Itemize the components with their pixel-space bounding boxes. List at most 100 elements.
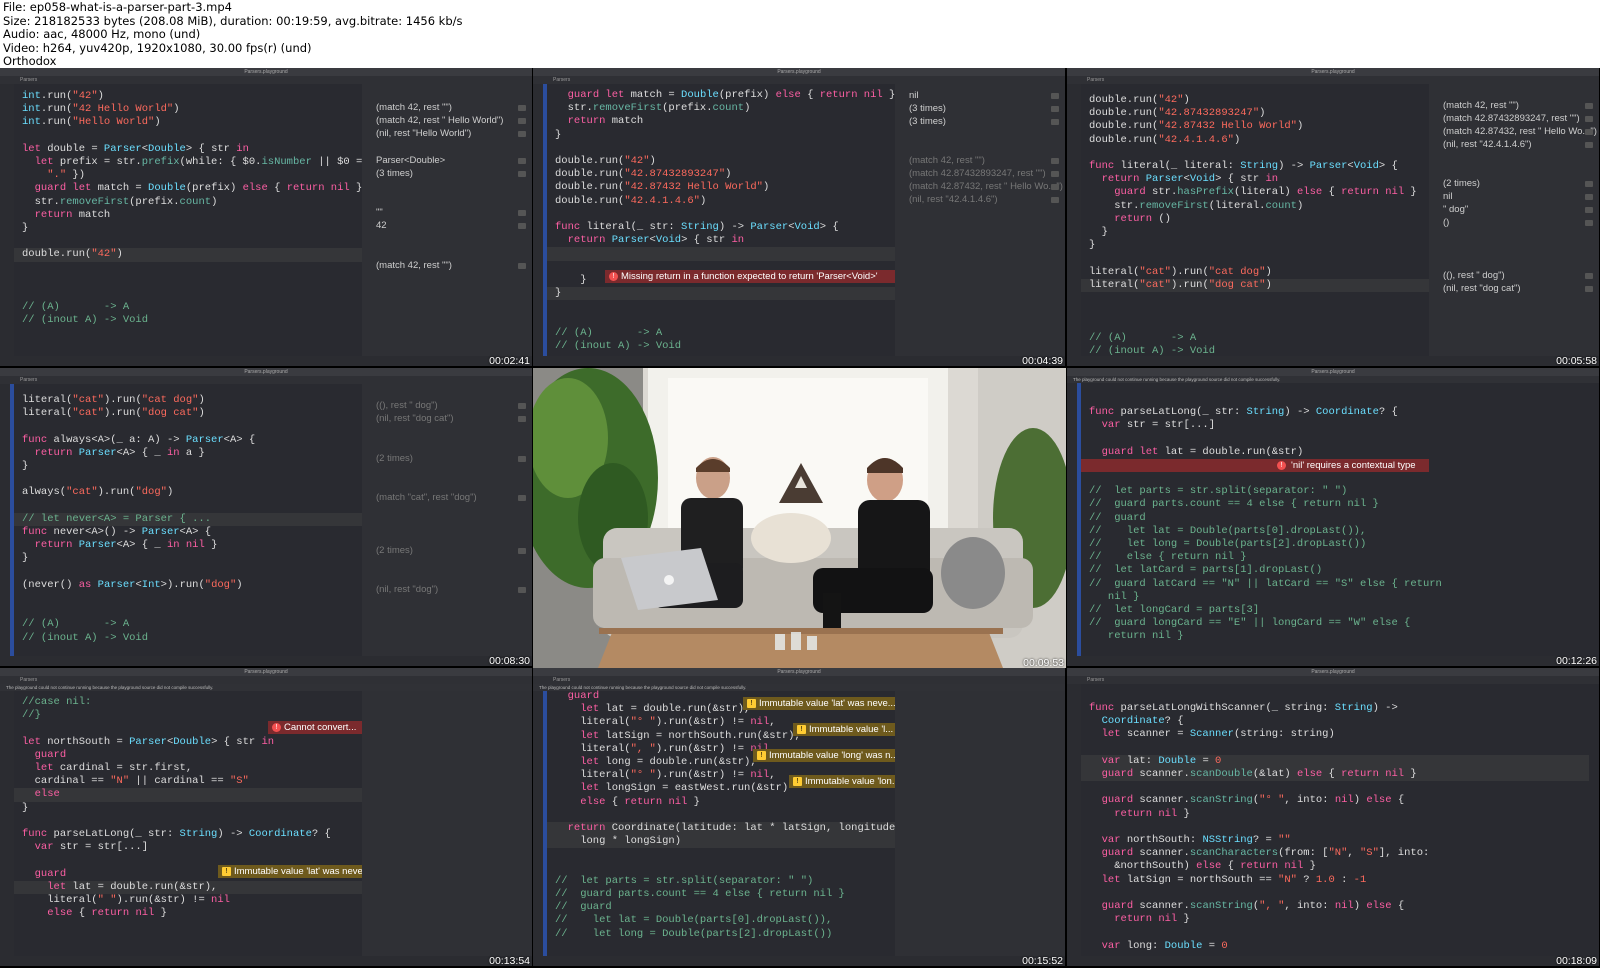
result-value: " dog" xyxy=(1443,204,1469,215)
thumbnail-tile-8[interactable]: Parsers.playground Parsers The playgroun… xyxy=(533,668,1065,966)
result-value: 42 xyxy=(376,220,387,231)
quick-look-icon[interactable] xyxy=(1585,129,1593,135)
result-value: (match 42.87432, rest " Hello Wo...") xyxy=(909,181,1063,192)
warning-message: Immutable value 'lat' was neve... xyxy=(759,698,895,709)
result-value: (match 42, rest "") xyxy=(376,102,452,113)
video-frame-hosts[interactable]: 00:09:53 xyxy=(533,368,1066,668)
status-bar xyxy=(0,356,532,366)
quick-look-icon[interactable] xyxy=(518,210,526,216)
quick-look-icon[interactable] xyxy=(518,105,526,111)
thumbnail-tile-4[interactable]: Parsers.playground Parsers literal("cat"… xyxy=(0,368,532,666)
thumbnail-tile-7[interactable]: Parsers.playground Parsers The playgroun… xyxy=(0,668,532,966)
warning-annotation[interactable]: ! Immutable value 'lat' was neve... xyxy=(743,697,895,710)
warning-annotation[interactable]: ! Immutable value 'long' was n... xyxy=(753,749,895,762)
thumbnail-tile-9[interactable]: Parsers.playground Parsers func parseLat… xyxy=(1067,668,1599,966)
quick-look-icon[interactable] xyxy=(1585,181,1593,187)
quick-look-icon[interactable] xyxy=(1051,197,1059,203)
timestamp: 00:09:53 xyxy=(1023,657,1064,668)
timestamp: 00:04:39 xyxy=(1022,355,1063,366)
result-value: (nil, rest "dog") xyxy=(376,584,439,595)
quick-look-icon[interactable] xyxy=(518,118,526,124)
error-message: Missing return in a function expected to… xyxy=(621,271,878,282)
warning-annotation[interactable]: ! Immutable value 'l... xyxy=(793,723,895,736)
timestamp: 00:02:41 xyxy=(489,355,530,366)
quick-look-icon[interactable] xyxy=(518,495,526,501)
quick-look-icon[interactable] xyxy=(518,171,526,177)
thumbnail-tile-2[interactable]: Parsers.playground Parsers guard let mat… xyxy=(533,68,1065,366)
window-titlebar: Parsers.playground xyxy=(0,68,532,83)
quick-look-icon[interactable] xyxy=(518,158,526,164)
warning-annotation[interactable]: ! Immutable value 'lat' was neve... xyxy=(218,865,362,878)
quick-look-icon[interactable] xyxy=(1585,220,1593,226)
window-title: Parsers.playground xyxy=(244,369,288,375)
result-value: (3 times) xyxy=(909,116,946,127)
quick-look-icon[interactable] xyxy=(1051,119,1059,125)
breadcrumb: Parsers xyxy=(0,676,532,684)
result-value: (2 times) xyxy=(1443,178,1480,189)
results-sidebar: ((), rest " dog") (nil, rest "dog cat") … xyxy=(362,384,532,656)
quick-look-icon[interactable] xyxy=(1051,171,1059,177)
breadcrumb: Parsers xyxy=(1067,76,1599,84)
file-info-line: Orthodox xyxy=(3,54,57,68)
code-editor[interactable]: func parseLatLong(_ str: String) -> Coor… xyxy=(1089,406,1589,656)
quick-look-icon[interactable] xyxy=(518,403,526,409)
result-value: (3 times) xyxy=(376,168,413,179)
quick-look-icon[interactable] xyxy=(1585,207,1593,213)
quick-look-icon[interactable] xyxy=(1051,184,1059,190)
quick-look-icon[interactable] xyxy=(518,416,526,422)
quick-look-icon[interactable] xyxy=(518,587,526,593)
window-titlebar: Parsers.playground xyxy=(0,368,532,383)
result-value: (nil, rest "Hello World") xyxy=(376,128,472,139)
quick-look-icon[interactable] xyxy=(1585,116,1593,122)
quick-look-icon[interactable] xyxy=(1585,103,1593,109)
quick-look-icon[interactable] xyxy=(1051,93,1059,99)
code-editor[interactable]: int.run("42") int.run("42 Hello World") … xyxy=(14,90,369,356)
quick-look-icon[interactable] xyxy=(1585,273,1593,279)
window-titlebar: Parsers.playground xyxy=(1067,668,1599,683)
thumbnail-tile-3[interactable]: Parsers.playground Parsers double.run("4… xyxy=(1067,68,1599,366)
window-titlebar: Parsers.playground xyxy=(1067,368,1599,383)
code-editor[interactable]: double.run("42") double.run("42.87432893… xyxy=(1081,90,1429,357)
timestamp: 00:18:09 xyxy=(1556,955,1597,966)
breadcrumb: Parsers xyxy=(533,676,1065,684)
file-info-line: File: ep058-what-is-a-parser-part-3.mp4 xyxy=(3,0,232,14)
timestamp: 00:05:58 xyxy=(1556,355,1597,366)
warning-icon: ! xyxy=(797,725,806,734)
result-value: (3 times) xyxy=(909,103,946,114)
thumbnail-tile-6[interactable]: Parsers.playground The playground could … xyxy=(1067,368,1599,666)
warning-annotation[interactable]: ! Immutable value 'lon... xyxy=(789,775,895,788)
breadcrumb: Parsers xyxy=(1067,676,1599,684)
quick-look-icon[interactable] xyxy=(1585,286,1593,292)
breadcrumb: Parsers xyxy=(0,376,532,384)
quick-look-icon[interactable] xyxy=(1051,106,1059,112)
window-title: Parsers.playground xyxy=(244,669,288,675)
error-annotation[interactable]: ! Cannot convert... xyxy=(268,721,362,734)
line-gutter xyxy=(0,384,14,656)
warning-message: Immutable value 'l... xyxy=(809,724,894,735)
compile-notice: The playground could not continue runnin… xyxy=(0,684,532,691)
window-title: Parsers.playground xyxy=(1311,69,1355,75)
quick-look-icon[interactable] xyxy=(518,131,526,137)
results-sidebar: nil (3 times) (3 times) (match 42, rest … xyxy=(895,84,1065,356)
file-info-header: File: ep058-what-is-a-parser-part-3.mp4 … xyxy=(0,0,1600,68)
quick-look-icon[interactable] xyxy=(1585,142,1593,148)
quick-look-icon[interactable] xyxy=(518,456,526,462)
window-titlebar: Parsers.playground xyxy=(1067,68,1599,83)
result-value: (match 42, rest "") xyxy=(909,155,985,166)
result-value: Parser<Double> xyxy=(376,155,446,166)
code-editor[interactable]: //case nil: //} let northSouth = Parser<… xyxy=(14,696,362,956)
error-annotation[interactable]: ! 'nil' requires a contextual type xyxy=(1081,459,1429,472)
code-editor[interactable]: guard let match = Double(prefix) else { … xyxy=(547,89,895,356)
quick-look-icon[interactable] xyxy=(1585,194,1593,200)
quick-look-icon[interactable] xyxy=(518,223,526,229)
timestamp: 00:08:30 xyxy=(489,655,530,666)
code-editor[interactable]: literal("cat").run("cat dog") literal("c… xyxy=(14,390,362,656)
quick-look-icon[interactable] xyxy=(518,263,526,269)
quick-look-icon[interactable] xyxy=(518,548,526,554)
hosts-on-couch-image xyxy=(533,368,1066,668)
result-value: nil xyxy=(909,90,919,101)
code-editor[interactable]: func parseLatLongWithScanner(_ string: S… xyxy=(1081,702,1589,956)
error-annotation[interactable]: ! Missing return in a function expected t… xyxy=(605,270,897,283)
thumbnail-tile-1[interactable]: Parsers.playground Parsers int.run("42")… xyxy=(0,68,532,366)
quick-look-icon[interactable] xyxy=(1051,158,1059,164)
